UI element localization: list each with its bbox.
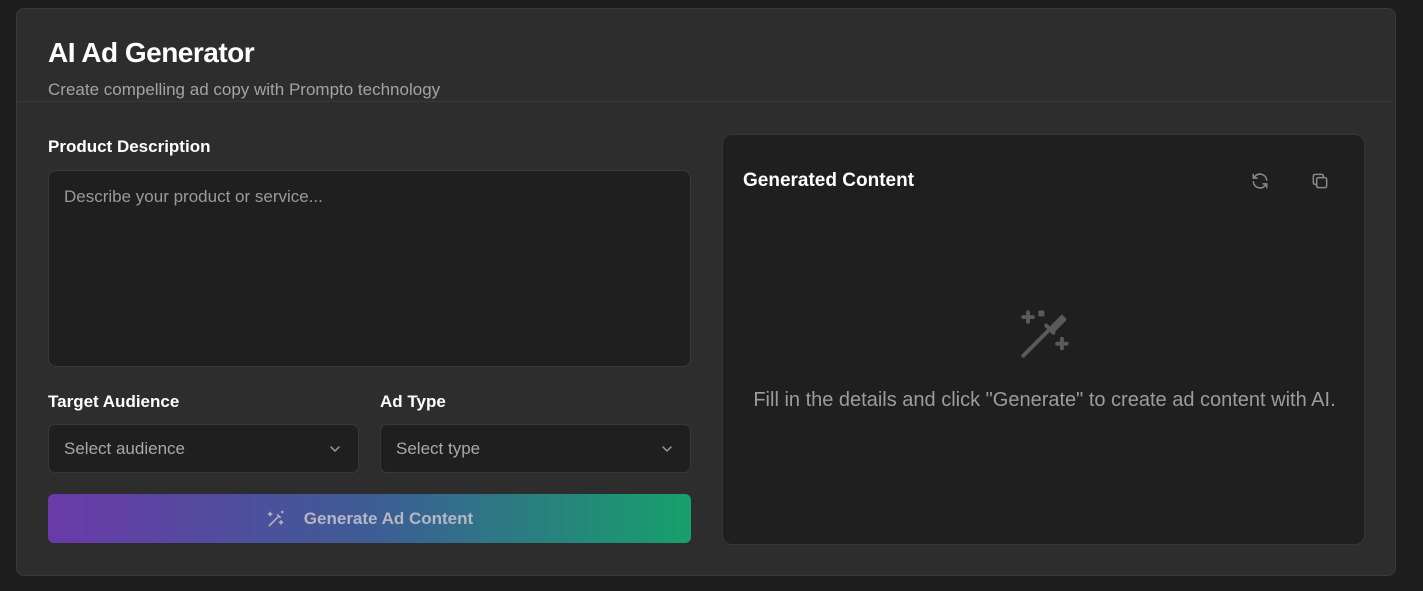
product-description-input[interactable] xyxy=(48,170,691,367)
empty-state-message: Fill in the details and click "Generate"… xyxy=(753,389,1336,411)
target-audience-label: Target Audience xyxy=(48,392,180,411)
ad-type-value: Select type xyxy=(396,438,481,458)
generate-ad-content-button[interactable]: Generate Ad Content xyxy=(48,494,691,543)
product-description-label: Product Description xyxy=(48,137,211,156)
magic-wand-icon xyxy=(1016,305,1074,363)
chevron-down-icon xyxy=(328,442,342,456)
generate-button-label: Generate Ad Content xyxy=(303,508,474,528)
copy-icon[interactable] xyxy=(1306,167,1334,195)
page-subtitle: Create compelling ad copy with Prompto t… xyxy=(48,80,441,99)
card-header: AI Ad Generator Create compelling ad cop… xyxy=(17,9,1395,102)
target-audience-select[interactable]: Select audience xyxy=(48,424,359,473)
generated-content-panel: Generated Content Fill in the details an… xyxy=(722,134,1365,545)
chevron-down-icon xyxy=(660,442,674,456)
ad-generator-card: AI Ad Generator Create compelling ad cop… xyxy=(16,8,1396,576)
page-title: AI Ad Generator xyxy=(48,37,255,68)
ad-type-label: Ad Type xyxy=(380,392,446,411)
magic-wand-icon xyxy=(266,509,286,529)
ad-type-select[interactable]: Select type xyxy=(380,424,691,473)
generated-content-title: Generated Content xyxy=(743,170,915,191)
target-audience-value: Select audience xyxy=(64,438,185,458)
refresh-icon[interactable] xyxy=(1246,167,1274,195)
